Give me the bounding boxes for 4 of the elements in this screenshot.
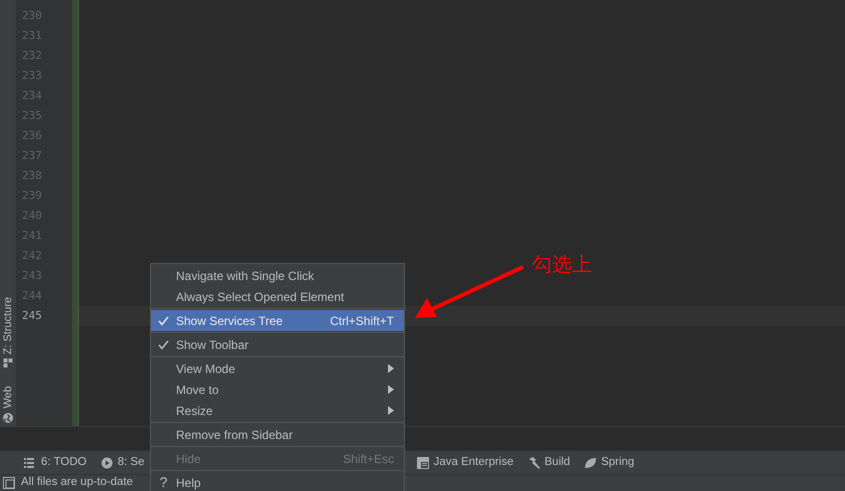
annotation-text: 勾选上 <box>532 253 592 278</box>
status-text: All files are up-to-date <box>21 475 133 490</box>
help-icon: ? <box>151 472 176 491</box>
line-number: 245 <box>21 308 43 324</box>
